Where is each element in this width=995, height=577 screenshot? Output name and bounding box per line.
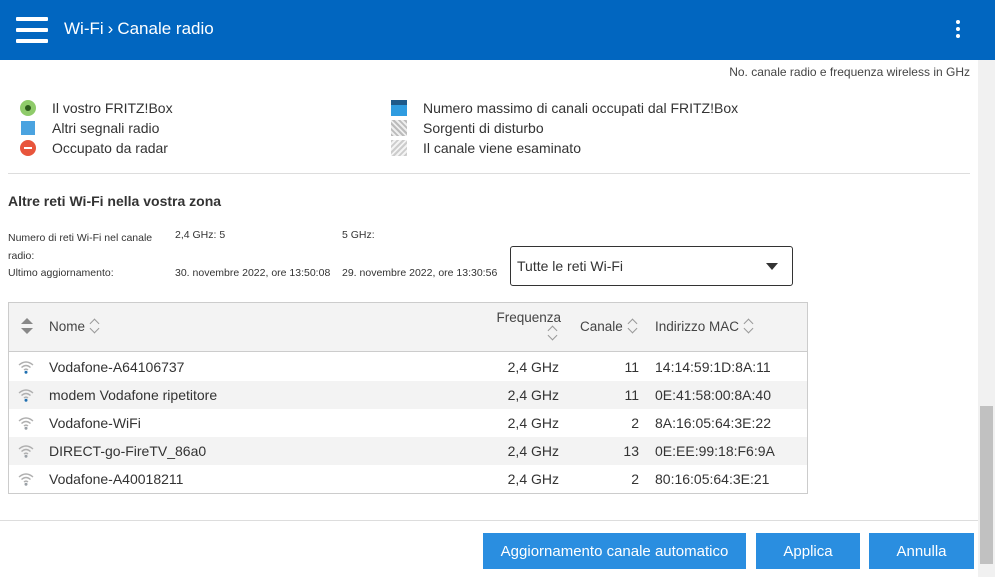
more-options-icon[interactable] — [952, 20, 964, 40]
network-count-24: 2,4 GHz: 5 — [175, 229, 226, 241]
network-count-label: Numero di reti Wi-Fi nel canale radio: — [8, 232, 153, 262]
network-frequency: 2,4 GHz — [507, 471, 559, 487]
chart-note: No. canale radio e frequenza wireless in… — [729, 65, 970, 79]
table-row[interactable]: Vodafone-A64106737 2,4 GHz 11 14:14:59:1D:8… — [9, 353, 807, 381]
interference-icon — [391, 120, 407, 136]
legend-item-fritzbox: Il vostro FRITZ!Box — [20, 98, 173, 118]
column-header-name[interactable]: Nome — [49, 318, 101, 334]
sort-icon — [547, 325, 559, 341]
cancel-button[interactable]: Annulla — [869, 533, 974, 569]
breadcrumb: Wi-Fi › Canale radio — [64, 19, 214, 39]
legend-label: Occupato da radar — [52, 140, 168, 156]
table-row[interactable]: modem Vodafone ripetitore 2,4 GHz 11 0E:41:… — [9, 381, 807, 409]
network-name: Vodafone-A40018211 — [49, 471, 184, 487]
legend-label: Numero massimo di canali occupati dal FR… — [423, 100, 739, 116]
legend-label: Sorgenti di disturbo — [423, 120, 544, 136]
network-filter-select[interactable]: Tutte le reti Wi-Fi — [510, 246, 793, 286]
network-frequency: 2,4 GHz — [507, 443, 559, 459]
network-count-5: 5 GHz: — [342, 229, 375, 241]
network-name: DIRECT-go-FireTV_86a0 — [49, 443, 207, 459]
fritzbox-dot-icon — [20, 100, 36, 116]
legend-item-max-channels: Numero massimo di canali occupati dal FR… — [391, 98, 738, 118]
column-header-frequency[interactable]: Frequenza — [495, 310, 561, 341]
top-bar: Wi-Fi › Canale radio — [0, 0, 995, 60]
network-channel: 11 — [624, 387, 639, 403]
network-channel: 11 — [624, 359, 639, 375]
network-frequency: 2,4 GHz — [507, 387, 559, 403]
network-mac: 0E:EE:99:18:F6:9A — [655, 443, 775, 459]
page-title: Canale radio — [117, 19, 214, 38]
legend-item-other-signals: Altri segnali radio — [20, 118, 159, 138]
last-update-24: 30. novembre 2022, ore 13:50:08 — [175, 267, 331, 279]
column-label: Indirizzo MAC — [655, 318, 740, 334]
scanning-icon — [391, 140, 407, 156]
network-channel: 2 — [631, 471, 639, 487]
sort-icon — [627, 318, 639, 334]
wifi-signal-icon — [18, 472, 34, 486]
breadcrumb-separator-icon: › — [107, 19, 114, 38]
breadcrumb-parent[interactable]: Wi-Fi — [64, 19, 104, 39]
auto-channel-update-button[interactable]: Aggiornamento canale automatico — [483, 533, 746, 569]
network-channel: 2 — [631, 415, 639, 431]
legend-item-radar: Occupato da radar — [20, 138, 168, 158]
networks-table: Nome Frequenza Canale Indirizzo MAC Voda… — [8, 302, 808, 494]
sort-all-icon[interactable] — [19, 318, 33, 336]
table-row[interactable]: Vodafone-A40018211 2,4 GHz 2 80:16:05:64:3E… — [9, 465, 807, 493]
table-row[interactable]: DIRECT-go-FireTV_86a0 2,4 GHz 13 0E:EE:99:1… — [9, 437, 807, 465]
network-channel: 13 — [623, 443, 639, 459]
sort-icon — [89, 318, 101, 334]
divider — [8, 173, 970, 174]
network-mac: 14:14:59:1D:8A:11 — [655, 359, 771, 375]
table-row[interactable]: Vodafone-WiFi 2,4 GHz 2 8A:16:05:64:3E:22 — [9, 409, 807, 437]
network-name: modem Vodafone ripetitore — [49, 387, 218, 403]
network-mac: 0E:41:58:00:8A:40 — [655, 387, 771, 403]
wifi-signal-icon — [18, 444, 34, 458]
network-mac: 8A:16:05:64:3E:22 — [655, 415, 771, 431]
legend-item-interference: Sorgenti di disturbo — [391, 118, 544, 138]
network-frequency: 2,4 GHz — [507, 359, 559, 375]
legend-item-scanning: Il canale viene esaminato — [391, 138, 581, 158]
table-header: Nome Frequenza Canale Indirizzo MAC — [9, 303, 807, 352]
max-channels-icon — [391, 100, 407, 116]
wifi-signal-icon — [18, 416, 34, 430]
column-label: Frequenza — [496, 310, 561, 325]
wifi-signal-icon — [18, 388, 34, 402]
column-header-mac[interactable]: Indirizzo MAC — [655, 318, 755, 334]
network-filter-value: Tutte le reti Wi-Fi — [517, 258, 624, 274]
legend-label: Il vostro FRITZ!Box — [52, 100, 173, 116]
wifi-signal-icon — [18, 360, 34, 374]
other-signal-square-icon — [20, 120, 36, 136]
column-header-channel[interactable]: Canale — [580, 318, 639, 334]
legend-label: Il canale viene esaminato — [423, 140, 581, 156]
menu-icon[interactable] — [16, 17, 48, 43]
network-name: Vodafone-WiFi — [49, 415, 141, 431]
legend-label: Altri segnali radio — [52, 120, 160, 136]
last-update-5: 29. novembre 2022, ore 13:30:56 — [342, 267, 498, 279]
column-label: Canale — [580, 318, 623, 334]
network-mac: 80:16:05:64:3E:21 — [655, 471, 770, 487]
network-name: Vodafone-A64106737 — [49, 359, 185, 375]
divider — [0, 520, 978, 521]
scrollbar-thumb[interactable] — [980, 406, 993, 564]
chevron-down-icon — [766, 263, 778, 270]
radar-icon — [20, 140, 36, 156]
network-frequency: 2,4 GHz — [507, 415, 559, 431]
column-label: Nome — [49, 318, 86, 334]
apply-button[interactable]: Applica — [756, 533, 860, 569]
last-update-label: Ultimo aggiornamento: — [8, 267, 114, 279]
sort-icon — [743, 318, 755, 334]
section-title: Altre reti Wi-Fi nella vostra zona — [8, 193, 222, 209]
